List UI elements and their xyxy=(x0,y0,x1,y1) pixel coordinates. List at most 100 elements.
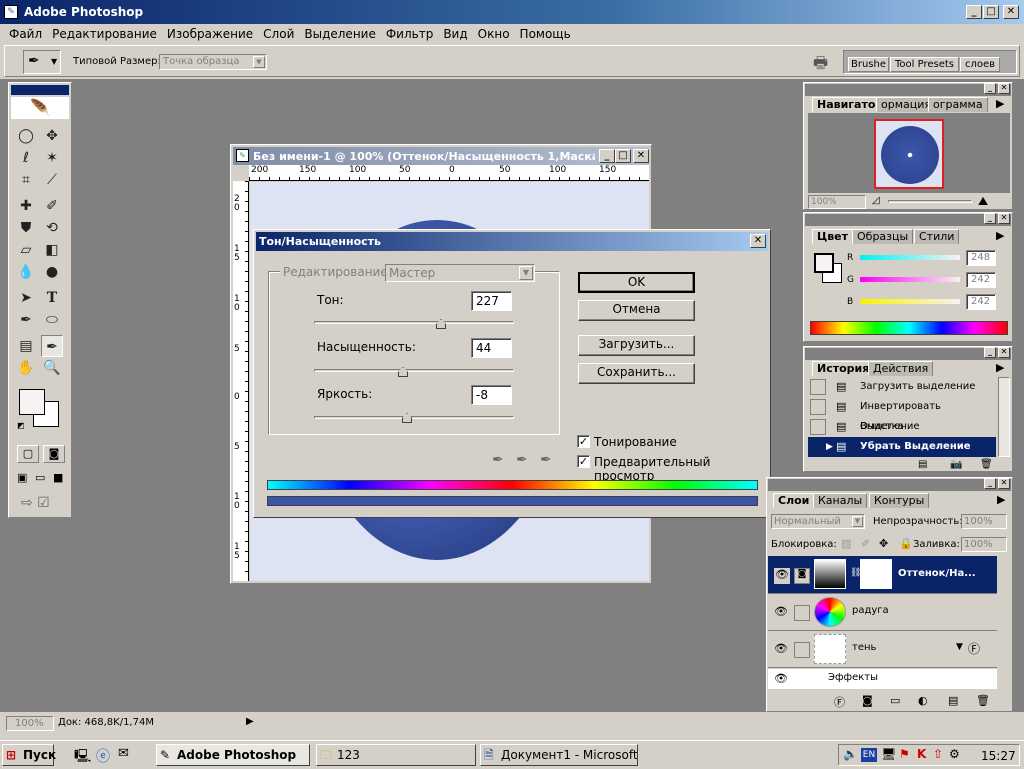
quick-launch-icon[interactable]: ✉ xyxy=(118,746,129,761)
r-slider[interactable] xyxy=(860,255,960,260)
opacity-field[interactable]: 100% xyxy=(961,514,1007,529)
magic-wand-icon[interactable]: ✶ xyxy=(41,147,63,169)
eye-icon[interactable]: 👁 xyxy=(774,605,788,618)
tab-actions[interactable]: Действия xyxy=(868,361,934,376)
show-desktop-icon[interactable]: 🖳 xyxy=(74,747,91,769)
panel-menu-arrow-icon[interactable]: ▶ xyxy=(996,97,1004,110)
new-set-icon[interactable]: ▭ xyxy=(890,694,900,707)
tray-app-icon[interactable]: 🖥 xyxy=(881,747,896,761)
jump-to-imageready-icon[interactable]: ⇨ ☑ xyxy=(21,495,50,511)
tab-history[interactable]: История xyxy=(812,361,875,376)
document-close-button[interactable]: ✕ xyxy=(633,149,649,163)
menu-window[interactable]: Окно xyxy=(473,25,515,43)
cancel-button[interactable]: Отмена xyxy=(578,300,695,321)
layer-effects-icon[interactable]: Ⓕ xyxy=(968,640,980,657)
layer-row-selected[interactable]: 👁 ◙ ⛓ Оттенок/На... xyxy=(768,556,997,594)
panel-menu-arrow-icon[interactable]: ▶ xyxy=(996,361,1004,374)
lock-paint-icon[interactable]: ✐ xyxy=(861,537,870,550)
lightness-input[interactable]: -8 xyxy=(471,385,512,405)
g-slider[interactable] xyxy=(860,277,960,282)
palette-tab-layer-comps[interactable]: слоев xyxy=(960,57,1001,72)
tab-styles[interactable]: Стили xyxy=(914,229,960,244)
screen-mode-full-menu-icon[interactable]: ▭ xyxy=(35,471,49,485)
tab-channels[interactable]: Каналы xyxy=(813,493,868,508)
quick-mask-icon[interactable]: ◙ xyxy=(43,445,65,463)
document-maximize-button[interactable]: □ xyxy=(615,149,631,163)
lightness-slider-track[interactable] xyxy=(314,416,514,419)
layer-row[interactable]: 👁 радуга xyxy=(768,595,997,631)
eyedropper-minus-icon[interactable]: ✒ xyxy=(540,452,552,468)
navigator-close-button[interactable]: ✕ xyxy=(998,83,1010,94)
lock-transparency-icon[interactable]: ▨ xyxy=(841,537,851,550)
color-fg-swatch[interactable] xyxy=(814,253,834,273)
volume-icon[interactable]: 🔈 xyxy=(843,747,858,761)
dialog-close-button[interactable]: ✕ xyxy=(750,234,766,248)
screen-mode-full-icon[interactable]: ■ xyxy=(53,471,67,485)
minimize-button[interactable]: _ xyxy=(966,5,982,19)
menu-view[interactable]: Вид xyxy=(438,25,472,43)
eye-icon[interactable]: 👁 xyxy=(774,672,788,685)
palette-tab-brushes[interactable]: Brushe xyxy=(848,57,890,72)
marquee-icon[interactable]: ◯ xyxy=(15,125,37,147)
color-ramp[interactable] xyxy=(810,321,1008,335)
dodge-icon[interactable]: ● xyxy=(41,261,63,283)
zoom-icon[interactable]: 🔍 xyxy=(41,357,63,379)
gradient-icon[interactable]: ◧ xyxy=(41,239,63,261)
expand-triangle-icon[interactable]: ▼ xyxy=(956,642,963,652)
effects-row[interactable]: 👁 Эффекты xyxy=(768,669,997,689)
layers-close-button[interactable]: ✕ xyxy=(998,478,1010,489)
b-slider[interactable] xyxy=(860,299,960,304)
menu-image[interactable]: Изображение xyxy=(162,25,258,43)
type-icon[interactable]: T xyxy=(41,287,63,309)
navigator-zoom-slider[interactable] xyxy=(888,200,972,203)
ie-icon[interactable]: ⓔ xyxy=(96,746,110,766)
task-folder[interactable]: 🗀 123 xyxy=(316,744,476,766)
tab-paths[interactable]: Контуры xyxy=(869,493,930,508)
document-minimize-button[interactable]: _ xyxy=(599,149,615,163)
layers-minimize-button[interactable]: _ xyxy=(984,478,996,489)
tab-layers[interactable]: Слои xyxy=(773,493,815,508)
history-brush-icon[interactable]: ⟲ xyxy=(41,217,63,239)
saturation-input[interactable]: 44 xyxy=(471,338,512,358)
brush-icon[interactable]: ✐ xyxy=(41,195,63,217)
menu-file[interactable]: Файл xyxy=(4,25,47,43)
lasso-icon[interactable]: ℓ xyxy=(15,147,37,169)
status-zoom[interactable]: 100% xyxy=(6,716,54,731)
kaspersky-icon[interactable]: K xyxy=(917,747,926,761)
lock-all-icon[interactable]: 🔒 xyxy=(899,537,913,550)
new-layer-icon[interactable]: ▤ xyxy=(948,694,958,707)
zoom-in-icon[interactable]: ⛰ xyxy=(978,194,988,209)
hue-slider-track[interactable] xyxy=(314,321,514,324)
close-button[interactable]: ✕ xyxy=(1003,5,1019,19)
add-mask-icon[interactable]: ◙ xyxy=(862,694,873,707)
screen-mode-standard-icon[interactable]: ▣ xyxy=(17,471,31,485)
tray-network-icon[interactable]: ⚙ xyxy=(949,747,960,761)
trash-icon[interactable]: 🗑 xyxy=(980,459,993,470)
menu-help[interactable]: Помощь xyxy=(515,25,576,43)
fill-field[interactable]: 100% xyxy=(961,537,1007,552)
tab-swatches[interactable]: Образцы xyxy=(852,229,914,244)
r-input[interactable]: 248 xyxy=(966,250,996,266)
status-menu-arrow-icon[interactable]: ▶ xyxy=(246,716,254,727)
task-word[interactable]: 🗎 Документ1 - Microsoft W... xyxy=(480,744,638,766)
blend-mode-select[interactable]: Нормальный ▼ xyxy=(771,514,865,529)
sample-size-select[interactable]: Точка образца ▼ xyxy=(159,54,267,70)
history-close-button[interactable]: ✕ xyxy=(998,347,1010,358)
history-minimize-button[interactable]: _ xyxy=(984,347,996,358)
menu-layer[interactable]: Слой xyxy=(258,25,299,43)
colorize-checkbox[interactable]: ✓ xyxy=(577,435,590,448)
tab-info[interactable]: ормация xyxy=(876,97,937,112)
maximize-button[interactable]: □ xyxy=(983,5,999,19)
eyedropper-icon[interactable]: ✒ xyxy=(492,452,504,468)
color-minimize-button[interactable]: _ xyxy=(984,213,996,224)
tool-preset-picker[interactable]: ✒ ▼ xyxy=(23,50,61,74)
history-item-selected[interactable]: ▶ ▤ Убрать Выделение xyxy=(808,437,996,457)
path-selection-icon[interactable]: ➤ xyxy=(15,287,37,309)
layer-row[interactable]: 👁 тень ▼ Ⓕ xyxy=(768,632,997,668)
hand-icon[interactable]: ✋ xyxy=(15,357,37,379)
load-button[interactable]: Загрузить... xyxy=(578,335,695,356)
history-scrollbar[interactable] xyxy=(998,377,1010,457)
new-adjustment-layer-icon[interactable]: ◐ xyxy=(918,694,928,707)
history-item[interactable]: ▤ Инвертировать Выделение xyxy=(808,397,996,432)
tray-arrow-icon[interactable]: ⇧ xyxy=(933,747,943,761)
